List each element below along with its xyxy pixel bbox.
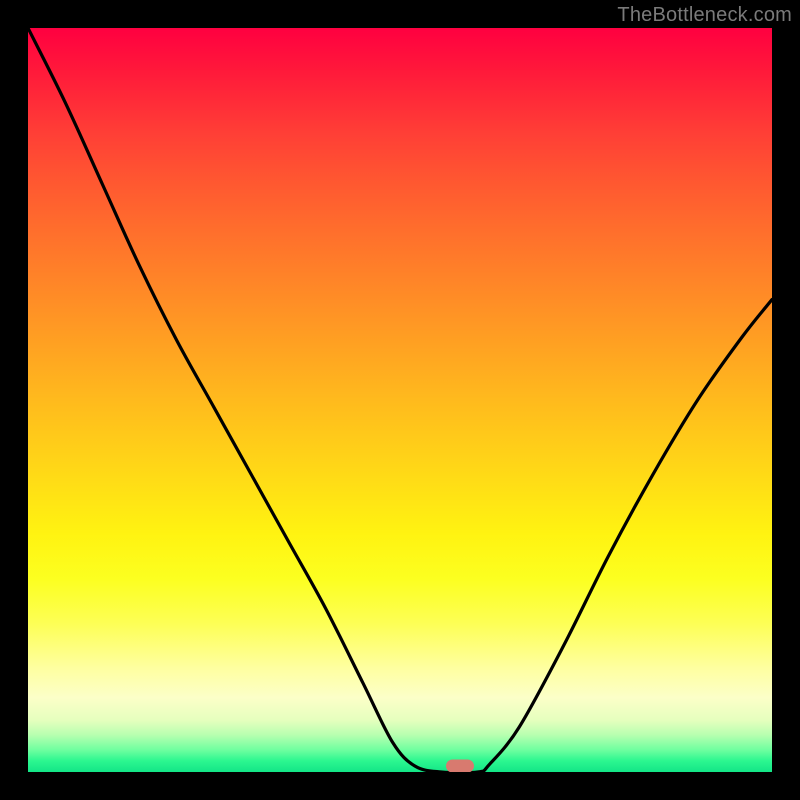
curve-layer — [28, 28, 772, 772]
watermark-label: TheBottleneck.com — [617, 4, 792, 27]
plot-area — [28, 28, 772, 772]
bottleneck-curve — [28, 28, 772, 772]
optimum-marker — [446, 760, 474, 773]
chart-frame: TheBottleneck.com — [0, 0, 800, 800]
